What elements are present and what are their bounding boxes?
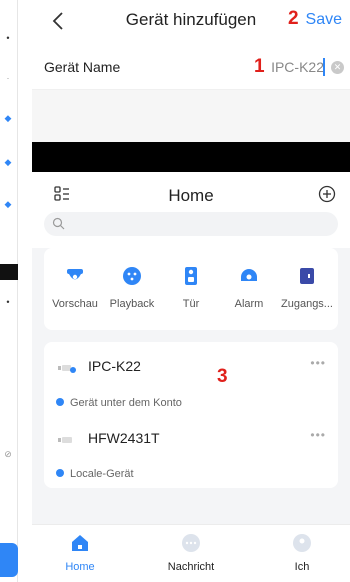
info-icon	[56, 469, 64, 477]
quick-action-label: Playback	[109, 298, 155, 310]
clear-icon[interactable]: ✕	[331, 61, 344, 74]
quick-action-label: Tür	[182, 298, 200, 310]
text-cursor	[323, 58, 325, 76]
tab-home[interactable]: Home	[40, 533, 120, 573]
device-subtitle: Locale-Gerät	[56, 468, 134, 480]
wifi-icon: ◆	[4, 199, 12, 209]
quick-action-alarm[interactable]: Alarm	[220, 266, 278, 310]
device-subtitle: Gerät unter dem Konto	[56, 397, 182, 409]
add-icon[interactable]	[318, 185, 336, 203]
dot-icon: •	[6, 297, 10, 307]
quick-action-playback[interactable]: Playback	[103, 266, 161, 310]
tab-label: Nachricht	[167, 561, 215, 573]
search-input[interactable]	[44, 212, 338, 236]
message-icon	[182, 534, 200, 552]
blue-button-edge	[0, 543, 18, 577]
search-icon	[52, 217, 65, 230]
settings-icon: ⊘	[4, 449, 12, 459]
tab-label: Home	[65, 561, 95, 573]
wifi-icon: ◆	[4, 113, 12, 123]
device-name-row: Gerät Name 1 IPC-K22 ✕	[32, 46, 350, 90]
save-button[interactable]: Save	[306, 11, 342, 29]
home-header: Home	[32, 172, 350, 248]
playback-icon	[123, 267, 141, 285]
quick-action-door[interactable]: Tür	[162, 266, 220, 310]
background-screen-strip: • · ◆ ◆ ◆ • ⊘	[0, 0, 18, 582]
quick-action-access[interactable]: Zugangs...	[278, 266, 336, 310]
dot-icon: ·	[6, 73, 10, 83]
tab-me[interactable]: Ich	[262, 533, 342, 573]
camera-device-icon	[58, 437, 72, 443]
door-icon	[185, 267, 197, 285]
home-title: Home	[168, 186, 214, 205]
empty-area	[32, 90, 350, 142]
device-name: IPC-K22	[88, 358, 141, 374]
black-divider	[32, 142, 350, 172]
access-icon	[300, 268, 314, 284]
black-band	[0, 264, 18, 280]
more-icon[interactable]: •••	[310, 356, 326, 370]
tab-label: Ich	[294, 561, 310, 573]
info-icon	[56, 398, 64, 406]
annotation-marker-1: 1	[254, 56, 265, 77]
quick-action-label: Vorschau	[52, 298, 98, 310]
dot-icon: •	[6, 33, 10, 43]
quick-action-label: Alarm	[234, 298, 264, 310]
camera-device-icon	[58, 365, 76, 373]
device-name-input[interactable]: IPC-K22	[271, 59, 324, 75]
annotation-marker-2: 2	[288, 8, 299, 29]
device-list: 3 IPC-K22 ••• Gerät unter dem Konto HFW2	[44, 342, 338, 488]
device-name-label: Gerät Name	[44, 59, 121, 75]
more-icon[interactable]: •••	[310, 428, 326, 442]
wifi-icon: ◆	[4, 157, 12, 167]
device-name: HFW2431T	[88, 430, 160, 446]
quick-action-preview[interactable]: Vorschau	[46, 266, 104, 310]
tab-message[interactable]: Nachricht	[151, 533, 231, 573]
tab-bar: Home Nachricht Ich	[32, 524, 350, 582]
quick-action-label: Zugangs...	[281, 298, 333, 310]
home-screen-screenshot: Home Vorschau Playback Tür Alarm Zugangs…	[32, 172, 350, 582]
alarm-icon	[241, 269, 257, 281]
device-row[interactable]: HFW2431T •••	[44, 422, 338, 456]
top-bar: Gerät hinzufügen 2 Save	[32, 0, 350, 42]
home-icon	[72, 535, 88, 551]
camera-icon	[67, 269, 83, 280]
add-device-screen: Gerät hinzufügen 2 Save Gerät Name 1 IPC…	[32, 0, 350, 582]
profile-icon	[293, 534, 311, 552]
page-title: Gerät hinzufügen	[125, 10, 257, 29]
device-row[interactable]: IPC-K22 •••	[44, 350, 338, 384]
quick-actions: Vorschau Playback Tür Alarm Zugangs...	[44, 248, 338, 330]
